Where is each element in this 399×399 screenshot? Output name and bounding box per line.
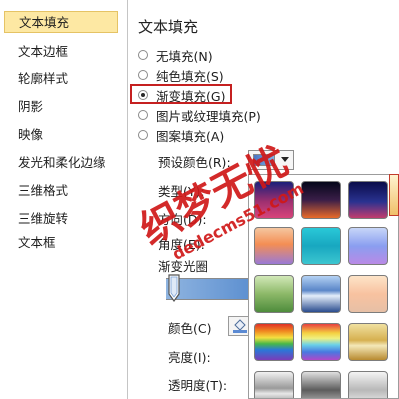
sidebar-item-text-box[interactable]: 文本框: [4, 232, 118, 254]
preset-gradient-swatch[interactable]: [254, 275, 294, 313]
section-title: 文本填充: [138, 18, 199, 36]
radio-button[interactable]: [138, 130, 148, 140]
preset-swatch: [253, 154, 275, 166]
chevron-down-icon: [281, 157, 289, 162]
preset-gradient-swatch[interactable]: [254, 227, 294, 265]
category-list: 文本填充 文本边框 轮廓样式 阴影 映像 发光和柔化边缘 三维格式 三维旋转 文…: [0, 0, 128, 399]
radio-picture-texture-fill[interactable]: 图片或纹理填充(P): [138, 106, 261, 124]
radio-no-fill[interactable]: 无填充(N): [138, 46, 213, 64]
sidebar-item-label: 发光和柔化边缘: [18, 155, 106, 170]
radio-button[interactable]: [138, 70, 148, 80]
sidebar-item-label: 轮廓样式: [18, 71, 69, 86]
preset-colors-label: 预设颜色(R):: [158, 155, 231, 170]
preset-gradient-gallery: [248, 174, 399, 399]
sidebar-item-text-outline[interactable]: 文本边框: [4, 41, 118, 63]
radio-button-checked[interactable]: [138, 90, 148, 100]
paint-bucket-icon: [233, 319, 247, 333]
sidebar-item-3d-format[interactable]: 三维格式: [4, 180, 118, 202]
radio-pattern-fill[interactable]: 图案填充(A): [138, 126, 224, 144]
radio-label: 渐变填充(G): [156, 88, 226, 104]
sidebar-item-label: 文本框: [18, 235, 56, 250]
radio-label: 纯色填充(S): [156, 68, 224, 84]
sidebar-item-label: 三维格式: [18, 183, 69, 198]
preset-gradient-swatch[interactable]: [301, 371, 341, 398]
type-label: 类型(Y):: [158, 184, 205, 199]
radio-label: 图片或纹理填充(P): [156, 108, 261, 124]
preset-gradient-swatch[interactable]: [348, 323, 388, 361]
radio-label: 图案填充(A): [156, 128, 225, 144]
brightness-label: 亮度(I):: [168, 350, 211, 365]
sidebar-item-label: 三维旋转: [18, 211, 69, 226]
radio-gradient-fill[interactable]: 渐变填充(G): [138, 86, 225, 104]
preset-gradient-swatch[interactable]: [254, 181, 294, 219]
gradient-stops-label: 渐变光圈: [158, 259, 209, 274]
preset-gradient-swatch[interactable]: [348, 275, 388, 313]
preset-gradient-swatch[interactable]: [301, 323, 341, 361]
preset-gradient-swatch[interactable]: [254, 323, 294, 361]
sidebar-item-reflection[interactable]: 映像: [4, 124, 118, 146]
sidebar-item-3d-rotation[interactable]: 三维旋转: [4, 208, 118, 230]
preset-gradient-swatch[interactable]: [301, 227, 341, 265]
preset-gradient-swatch[interactable]: [301, 181, 341, 219]
sidebar-item-outline-style[interactable]: 轮廓样式: [4, 68, 118, 90]
transparency-label: 透明度(T):: [168, 378, 228, 393]
preset-gradient-swatch[interactable]: [254, 371, 294, 398]
radio-button[interactable]: [138, 110, 148, 120]
angle-label: 角度(E):: [158, 237, 205, 252]
preset-gradient-swatch-partial[interactable]: [389, 174, 399, 216]
color-label: 颜色(C): [168, 321, 212, 336]
radio-button[interactable]: [138, 50, 148, 60]
preset-gradient-swatch[interactable]: [348, 181, 388, 219]
gradient-stop-handle[interactable]: [168, 274, 180, 302]
preset-gradient-swatch[interactable]: [301, 275, 341, 313]
preset-gradient-swatch[interactable]: [348, 371, 388, 398]
preset-gradient-swatch[interactable]: [348, 227, 388, 265]
sidebar-item-shadow[interactable]: 阴影: [4, 96, 118, 118]
sidebar-item-label: 文本边框: [18, 44, 69, 59]
radio-label: 无填充(N): [156, 48, 213, 64]
sidebar-item-label: 阴影: [18, 99, 44, 114]
preset-colors-dropdown[interactable]: [248, 150, 294, 170]
direction-label: 方向(D):: [158, 212, 207, 227]
sidebar-item-label: 映像: [18, 127, 44, 142]
sidebar-item-label: 文本填充: [19, 15, 70, 30]
radio-solid-fill[interactable]: 纯色填充(S): [138, 66, 224, 84]
sidebar-item-text-fill[interactable]: 文本填充: [4, 11, 118, 33]
sidebar-item-glow-soft-edges[interactable]: 发光和柔化边缘: [4, 152, 128, 174]
